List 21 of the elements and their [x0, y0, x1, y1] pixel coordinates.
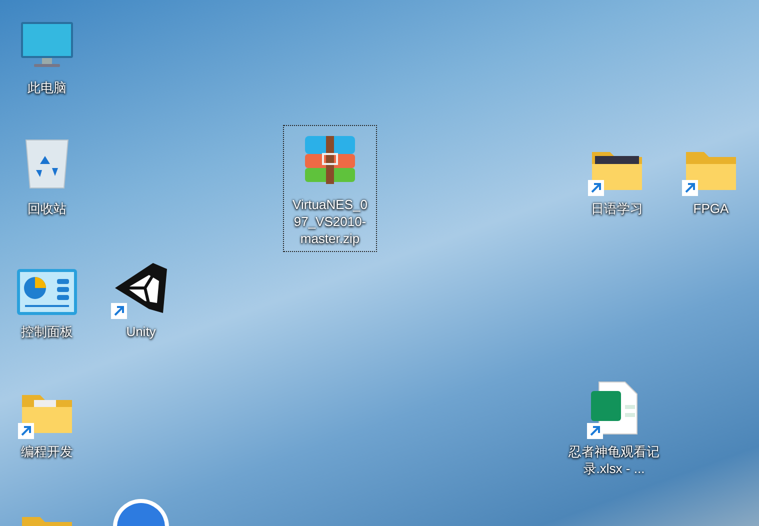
desktop-icon[interactable]: 编程开发: [0, 372, 94, 465]
desktop-icon[interactable]: 日语学习: [570, 129, 664, 222]
icon-label: 回收站: [26, 200, 68, 217]
desktop-icon[interactable]: 回收站: [0, 129, 94, 222]
icon-label: 编程开发: [20, 443, 74, 460]
icon-label: FPGA: [692, 200, 730, 217]
desktop-icon[interactable]: 忍者神龟观看记录.xlsx - ...: [560, 372, 668, 482]
desktop-icon[interactable]: 此电脑: [0, 8, 94, 101]
icon-label: Unity: [125, 323, 157, 340]
icon-label: 忍者神龟观看记录.xlsx - ...: [568, 443, 660, 477]
icon-label: 日语学习: [590, 200, 644, 217]
desktop-icon[interactable]: FPGA: [664, 129, 758, 222]
icon-label: 此电脑: [26, 79, 68, 96]
spreadsheet-icon: [589, 381, 639, 435]
icon-label: VirtuaNES_097_VS2010-master.zip: [292, 196, 368, 247]
cube-logo-icon: [113, 261, 169, 315]
desktop-icon[interactable]: 控制面板: [0, 252, 94, 345]
control-panel-icon: [17, 269, 77, 315]
desktop-icon[interactable]: Unity: [94, 252, 188, 345]
desktop-icon[interactable]: VirtuaNES_097_VS2010-master.zip: [283, 125, 377, 252]
icon-label: 控制面板: [20, 323, 74, 340]
